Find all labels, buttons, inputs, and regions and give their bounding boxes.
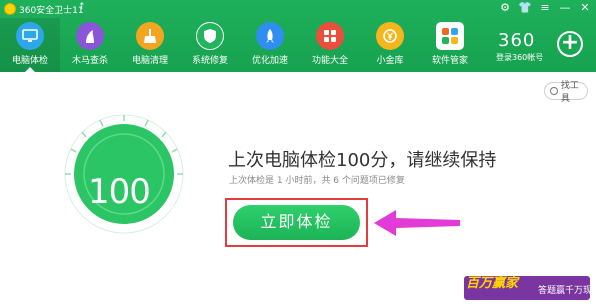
broom-icon — [136, 22, 164, 50]
promo-logo: 百万赢家 — [466, 276, 519, 291]
result-subtitle: 上次体检是 1 小时前，共 6 个问题项已修复 — [229, 176, 405, 186]
tab-trojan-scan[interactable]: 木马查杀 — [60, 18, 120, 72]
tab-computer-checkup[interactable]: 电脑体检 — [0, 18, 60, 72]
tab-label: 优化加速 — [251, 56, 288, 66]
login-link[interactable]: 登录360帐号 — [496, 52, 543, 63]
skin-icon[interactable]: 👕 — [518, 1, 532, 15]
tab-label: 系统修复 — [191, 56, 228, 66]
close-icon[interactable]: ✕ — [578, 1, 592, 15]
grid-icon — [316, 22, 344, 50]
tab-small-vault[interactable]: 小金库 — [360, 18, 420, 72]
app-logo-icon — [4, 3, 16, 15]
apps-icon — [436, 22, 464, 50]
update-arrow-icon[interactable]: ↑ — [78, 2, 86, 12]
search-icon — [550, 87, 558, 95]
menu-icon[interactable]: ≡ — [538, 1, 552, 15]
tab-label: 木马查杀 — [71, 56, 108, 66]
rocket-icon — [256, 22, 284, 50]
result-title: 上次电脑体检100分，请继续保持 — [228, 150, 497, 171]
window-controls: ⚙ 👕 ≡ — ✕ — [498, 1, 592, 15]
monitor-icon — [16, 22, 44, 50]
brand-logo-text: 360 — [498, 30, 536, 51]
promo-banner[interactable]: 百万赢家 答题赢千万现金 — [464, 276, 596, 300]
minimize-icon[interactable]: — — [558, 1, 572, 15]
tab-computer-cleanup[interactable]: 电脑清理 — [120, 18, 180, 72]
title-bar: 360安全卫士11 ↑ ⚙ 👕 ≡ — ✕ — [0, 0, 596, 18]
pointer-arrow-icon — [374, 210, 460, 236]
main-tabs: 电脑体检 木马查杀 电脑清理 系统修复 优化加速 功能大全 小金库 软件管家 — [0, 18, 480, 72]
tab-label: 软件管家 — [431, 56, 468, 66]
tab-label: 小金库 — [376, 56, 404, 66]
start-checkup-button[interactable]: 立即体检 — [233, 205, 360, 240]
find-tools-label: 找工具 — [560, 81, 579, 104]
shield-icon — [196, 22, 224, 50]
horse-icon — [76, 22, 104, 50]
promo-text: 答题赢千万现金 — [538, 286, 596, 296]
coin-icon — [376, 22, 404, 50]
tab-all-features[interactable]: 功能大全 — [300, 18, 360, 72]
app-title: 360安全卫士11 — [19, 6, 84, 16]
score-unit: 分 — [166, 202, 176, 212]
tab-label: 功能大全 — [311, 56, 348, 66]
tab-label: 电脑清理 — [131, 56, 168, 66]
tab-label: 电脑体检 — [11, 56, 48, 66]
tab-optimize-speedup[interactable]: 优化加速 — [240, 18, 300, 72]
settings-icon[interactable]: ⚙ — [498, 1, 512, 15]
find-tools-button[interactable]: 找工具 — [544, 81, 588, 104]
tab-software-manager[interactable]: 软件管家 — [420, 18, 480, 72]
brand-360: 360 登录360帐号 — [496, 30, 543, 62]
header-bar: 360安全卫士11 ↑ ⚙ 👕 ≡ — ✕ 电脑体检 木马查杀 电脑清理 系统修… — [0, 0, 596, 72]
add-account-plus-icon[interactable]: + — [557, 31, 583, 57]
tab-system-repair[interactable]: 系统修复 — [180, 18, 240, 72]
score-value: 100 — [88, 172, 151, 212]
